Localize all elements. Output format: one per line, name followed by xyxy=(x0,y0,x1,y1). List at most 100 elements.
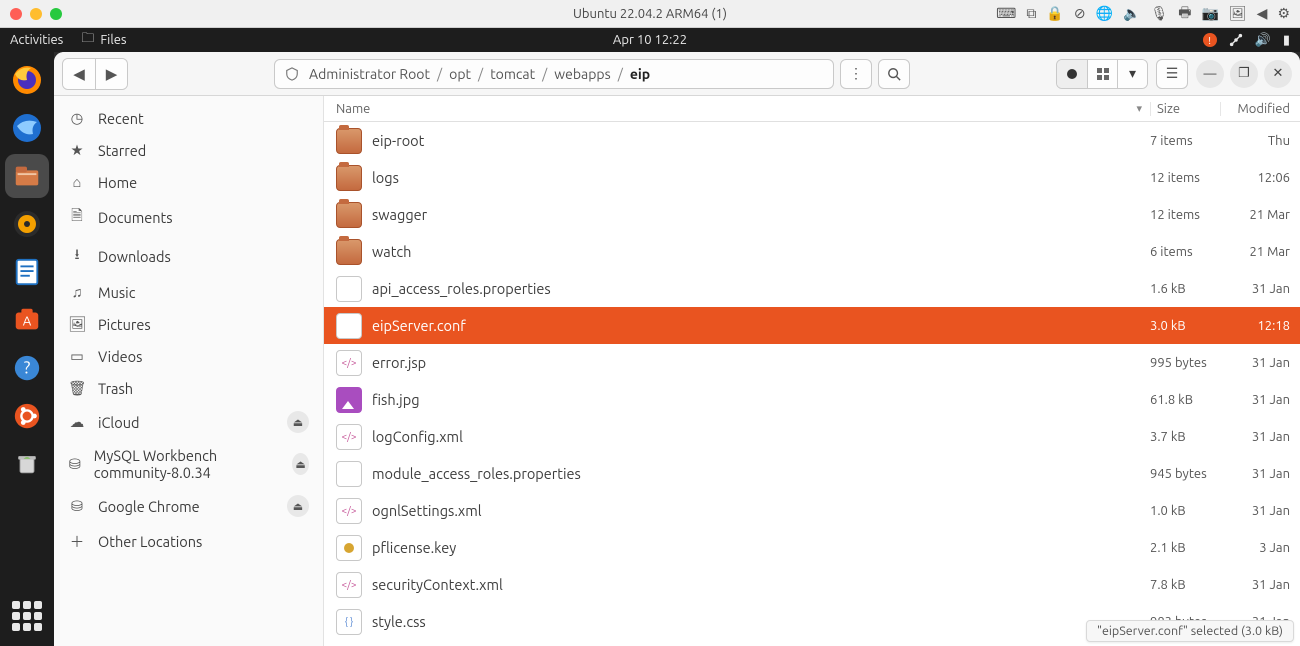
dock-rhythmbox[interactable] xyxy=(5,202,49,246)
path-menu-button[interactable]: ⋮ xyxy=(840,59,872,89)
sidebar-item-downloads[interactable]: ⭳Downloads xyxy=(54,237,323,276)
sidebar-item-home[interactable]: ⌂Home xyxy=(54,166,323,198)
file-row[interactable]: eipServer.conf3.0 kB12:18 xyxy=(324,307,1300,344)
sidebar-item-videos[interactable]: ▭Videos xyxy=(54,340,323,372)
eject-icon[interactable]: ⏏ xyxy=(287,495,309,517)
dock-help[interactable]: ? xyxy=(5,346,49,390)
star-icon: ★ xyxy=(68,141,86,159)
nav-back-button[interactable]: ◀ xyxy=(63,59,95,89)
back-icon[interactable]: ◀ xyxy=(1257,5,1268,22)
file-row[interactable]: module_access_roles.properties945 bytes3… xyxy=(324,455,1300,492)
file-row[interactable]: logs12 items12:06 xyxy=(324,159,1300,196)
file-row[interactable]: swagger12 items21 Mar xyxy=(324,196,1300,233)
mic-icon[interactable]: 🎙 xyxy=(1150,5,1168,22)
eject-icon[interactable]: ⏏ xyxy=(292,453,309,475)
sidebar-item-documents[interactable]: 🗎Documents xyxy=(54,198,323,237)
sound-icon[interactable]: 🔈 xyxy=(1123,5,1140,22)
path-bar[interactable]: Administrator Root / opt / tomcat / weba… xyxy=(274,59,834,89)
settings-icon[interactable]: ⚙ xyxy=(1277,5,1290,22)
network-icon[interactable] xyxy=(1229,33,1243,47)
file-row[interactable]: error.jsp995 bytes31 Jan xyxy=(324,344,1300,381)
keyboard-icon[interactable]: ⌨ xyxy=(996,5,1016,22)
admin-root-icon xyxy=(285,67,299,81)
current-app-indicator[interactable]: 🗀 Files xyxy=(81,29,126,51)
file-rows[interactable]: eip-root7 itemsThulogs12 items12:06swagg… xyxy=(324,122,1300,646)
file-size: 12 items xyxy=(1150,171,1220,185)
sidebar-item-other-locations[interactable]: ＋ Other Locations xyxy=(54,524,323,559)
sidebar-item-music[interactable]: ♫Music xyxy=(54,276,323,308)
file-row[interactable]: fish.jpg61.8 kB31 Jan xyxy=(324,381,1300,418)
file-row[interactable]: watch6 items21 Mar xyxy=(324,233,1300,270)
printer-icon[interactable]: 🖶 xyxy=(1178,2,1191,26)
sidebar-item-mysql-workbench-community-8-0-34[interactable]: ⛁MySQL Workbench community-8.0.34⏏ xyxy=(54,440,323,488)
dock-show-apps[interactable] xyxy=(5,594,49,638)
display-icon[interactable]: ⧉ xyxy=(1026,5,1036,22)
sidebar-item-icloud[interactable]: ☁iCloud⏏ xyxy=(54,404,323,440)
sidebar-item-label: Google Chrome xyxy=(98,498,200,515)
notification-badge[interactable]: ! xyxy=(1203,33,1217,47)
column-modified[interactable]: Modified xyxy=(1220,102,1300,116)
volume-icon[interactable]: 🔊 xyxy=(1255,33,1271,48)
plus-icon: ＋ xyxy=(68,531,86,552)
videos-icon: ▭ xyxy=(68,347,86,365)
dock-firefox[interactable] xyxy=(5,58,49,102)
file-name: pflicense.key xyxy=(372,539,1150,556)
dock-files[interactable] xyxy=(5,154,49,198)
file-row[interactable]: api_access_roles.properties1.6 kB31 Jan xyxy=(324,270,1300,307)
crumb-root[interactable]: Administrator Root xyxy=(305,66,434,82)
battery-icon[interactable]: ▮ xyxy=(1283,33,1290,48)
view-grid-button[interactable] xyxy=(1087,60,1117,88)
camera-icon[interactable]: 📷 xyxy=(1201,5,1218,22)
file-icon xyxy=(336,572,362,598)
mac-minimize-button[interactable] xyxy=(30,8,42,20)
column-name[interactable]: Name ▾ xyxy=(336,102,1150,116)
activities-button[interactable]: Activities xyxy=(10,33,63,47)
file-row[interactable]: pflicense.key2.1 kB3 Jan xyxy=(324,529,1300,566)
search-button[interactable] xyxy=(878,59,910,89)
no-entry-icon[interactable]: ⊘ xyxy=(1074,5,1086,22)
sidebar-item-label: Documents xyxy=(98,209,173,226)
hamburger-menu-button[interactable]: ☰ xyxy=(1156,59,1188,89)
sidebar-item-starred[interactable]: ★Starred xyxy=(54,134,323,166)
file-modified: Thu xyxy=(1220,134,1300,148)
view-list-button[interactable] xyxy=(1057,60,1087,88)
dock-libreoffice-writer[interactable] xyxy=(5,250,49,294)
sidebar-item-google-chrome[interactable]: ⛁Google Chrome⏏ xyxy=(54,488,323,524)
crumb-tomcat[interactable]: tomcat xyxy=(486,66,539,82)
file-size: 1.0 kB xyxy=(1150,504,1220,518)
eject-icon[interactable]: ⏏ xyxy=(287,411,309,433)
column-headers: Name ▾ Size Modified xyxy=(324,96,1300,122)
dock-ubuntu-logo[interactable] xyxy=(5,394,49,438)
dock-trash[interactable] xyxy=(5,442,49,486)
lock-icon[interactable]: 🔒 xyxy=(1046,5,1063,22)
file-row[interactable]: ognlSettings.xml1.0 kB31 Jan xyxy=(324,492,1300,529)
sidebar-item-recent[interactable]: ◷Recent xyxy=(54,102,323,134)
clock[interactable]: Apr 10 12:22 xyxy=(0,33,1300,47)
picture-icon[interactable]: 🖼 xyxy=(1229,5,1247,22)
mac-zoom-button[interactable] xyxy=(50,8,62,20)
view-dropdown-button[interactable]: ▾ xyxy=(1117,60,1147,88)
dock-ubuntu-software[interactable]: A xyxy=(5,298,49,342)
globe-icon[interactable]: 🌐 xyxy=(1096,5,1113,22)
window-close-button[interactable]: ✕ xyxy=(1264,60,1292,88)
column-size[interactable]: Size xyxy=(1150,102,1220,116)
file-modified: 12:18 xyxy=(1220,319,1300,333)
file-row[interactable]: eip-root7 itemsThu xyxy=(324,122,1300,159)
crumb-opt[interactable]: opt xyxy=(445,66,475,82)
dock-thunderbird[interactable] xyxy=(5,106,49,150)
places-sidebar: ◷Recent★Starred⌂Home🗎Documents⭳Downloads… xyxy=(54,96,324,646)
sidebar-item-label: Other Locations xyxy=(98,533,202,550)
file-row[interactable]: logConfig.xml3.7 kB31 Jan xyxy=(324,418,1300,455)
file-row[interactable]: securityContext.xml7.8 kB31 Jan xyxy=(324,566,1300,603)
window-minimize-button[interactable]: — xyxy=(1196,60,1224,88)
current-app-label: Files xyxy=(100,33,126,47)
file-icon xyxy=(336,276,362,302)
sidebar-item-pictures[interactable]: 🖼Pictures xyxy=(54,308,323,340)
folder-icon xyxy=(336,128,362,154)
window-maximize-button[interactable]: ❐ xyxy=(1230,60,1258,88)
crumb-current[interactable]: eip xyxy=(626,66,654,82)
sidebar-item-trash[interactable]: 🗑Trash xyxy=(54,372,323,404)
nav-forward-button[interactable]: ▶ xyxy=(95,59,127,89)
mac-close-button[interactable] xyxy=(10,8,22,20)
crumb-webapps[interactable]: webapps xyxy=(550,66,614,82)
